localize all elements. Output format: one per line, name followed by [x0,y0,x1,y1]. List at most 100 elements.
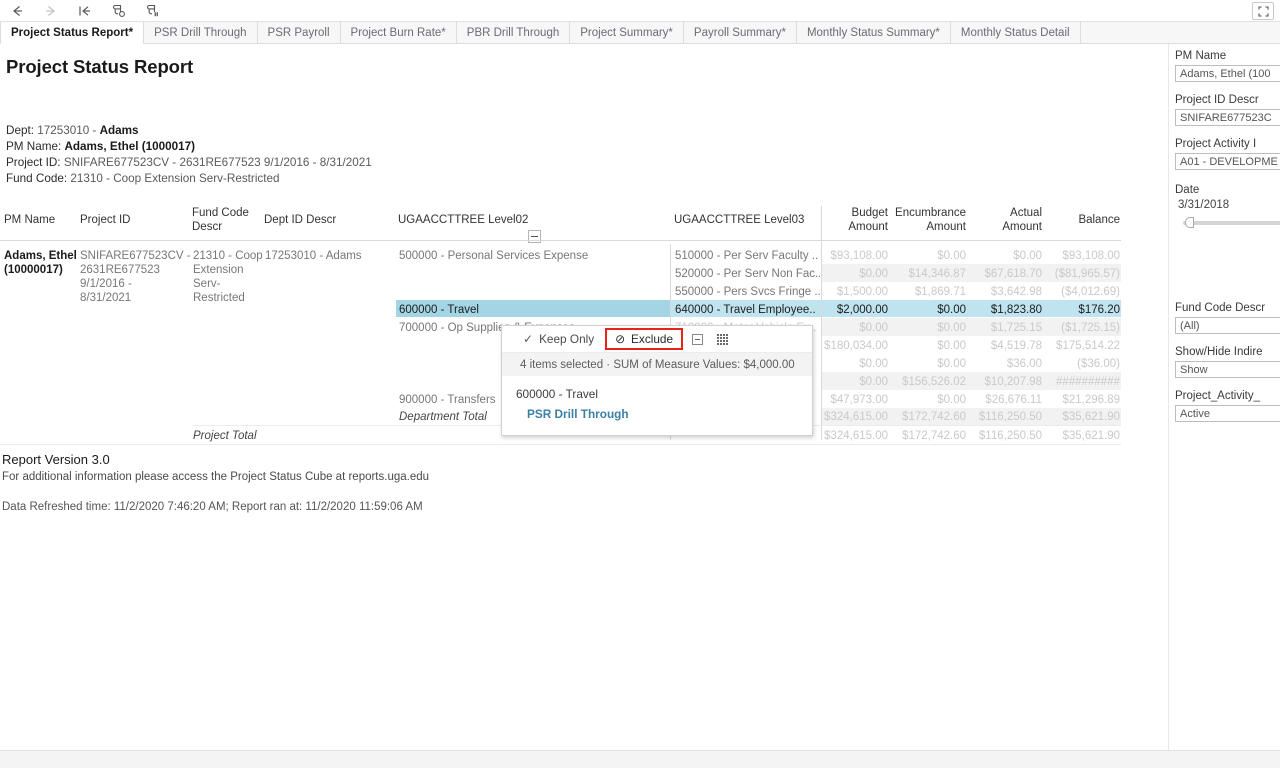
toolbar [0,0,1280,22]
group-members-icon[interactable] [686,328,708,350]
tab-label: Project Status Report* [11,26,134,39]
col-header-encumbrance-line2[interactable]: Amount [888,221,966,234]
dept-code: 17253010 - [37,124,97,137]
cell-budget-1: $0.00 [859,268,888,280]
cell-level03-0[interactable]: 510000 - Per Serv Faculty .. [675,249,820,263]
cell-actual-5: $4,519.78 [990,340,1042,352]
header-rule [0,240,1121,241]
cell-project-id-line3: 9/1/2016 - [80,278,132,290]
cell-balance-0: $93,108.00 [1062,250,1120,262]
cell-fund-code-line4: Restricted [193,292,245,304]
col-header-level02[interactable]: UGAACCTTREE Level02 [398,214,598,227]
forward-arrow-icon[interactable] [34,0,68,22]
view-data-icon[interactable] [711,328,733,350]
selection-tooltip[interactable]: ✓ Keep Only ⊘ Exclude 4 items selected ·… [501,325,813,436]
cell-level03-1[interactable]: 520000 - Per Serv Non Fac.. [675,267,820,281]
cell-budget-8: $47,973.00 [830,394,888,406]
slider-track[interactable] [1183,221,1280,225]
cell-project-id-line1: SNIFARE677523CV - [80,250,190,262]
filter-show-hide-indirect-dropdown[interactable]: Show [1175,361,1280,378]
psr-drill-through-link[interactable]: PSR Drill Through [527,407,812,421]
col-header-actual-line1[interactable]: Actual [966,207,1042,220]
tab-monthly-status-detail[interactable]: Monthly Status Detail [950,22,1081,43]
tab-monthly-status-summary[interactable]: Monthly Status Summary* [796,22,951,43]
data-refreshed-text: Data Refreshed time: 11/2/2020 7:46:20 A… [2,501,423,513]
cell-balance-3: $176.20 [1078,304,1120,316]
dept-name: Adams [99,124,139,137]
cell-budget-5: $180,034.00 [824,340,888,352]
fund-code-label: Fund Code: [6,172,68,185]
cell-level02-3[interactable]: 600000 - Travel [399,303,664,317]
cell-level03-2[interactable]: 550000 - Pers Svcs Fringe .. [675,285,820,299]
tab-project-burn-rate[interactable]: Project Burn Rate* [340,22,457,43]
cell-encumbrance-4: $0.00 [937,322,966,334]
cell-actual-7: $10,207.98 [984,376,1042,388]
col-header-project-id[interactable]: Project ID [80,214,180,227]
filter-fund-code-descr: Fund Code Descr (All) [1175,302,1280,334]
status-bar [0,750,1280,768]
tooltip-command-bar: ✓ Keep Only ⊘ Exclude [502,326,812,352]
collapse-level02-icon[interactable] [528,230,541,243]
col-header-encumbrance-line1[interactable]: Encumbrance [888,207,966,220]
filter-project-activity-status-dropdown[interactable]: Active [1175,405,1280,422]
cell-encumbrance-0: $0.00 [937,250,966,262]
cell-encumbrance-2: $1,869.71 [914,286,966,298]
filter-pm-name-dropdown[interactable]: Adams, Ethel (100 [1175,65,1280,82]
filter-project-activity-dropdown[interactable]: A01 - DEVELOPME [1175,153,1280,170]
tab-psr-payroll[interactable]: PSR Payroll [257,22,341,43]
filter-project-id-descr-dropdown[interactable]: SNIFARE677523C [1175,109,1280,126]
col-header-pm-name[interactable]: PM Name [4,214,74,227]
slider-handle[interactable] [1185,217,1194,228]
presentation-mode-icon[interactable] [1252,2,1274,20]
cell-balance-6: ($36.00) [1077,358,1120,370]
filter-show-hide-indirect: Show/Hide Indire Show [1175,346,1280,378]
cell-level02-0[interactable]: 500000 - Personal Services Expense [399,249,664,263]
filter-pm-name: PM Name Adams, Ethel (100 [1175,50,1280,82]
refresh-data-icon[interactable] [102,0,136,22]
filter-label: Show/Hide Indire [1175,346,1263,358]
exclude-button[interactable]: ⊘ Exclude [605,328,684,350]
filter-label: Project Activity I [1175,138,1257,150]
cell-actual-dept-total: $116,250.50 [978,411,1042,423]
filter-label: Fund Code Descr [1175,302,1266,314]
tab-payroll-summary[interactable]: Payroll Summary* [683,22,797,43]
cell-budget-4: $0.00 [859,322,888,334]
cell-balance-5: $175,514.22 [1056,340,1120,352]
filter-date-slider[interactable] [1175,217,1280,228]
fund-code-value: 21310 - Coop Extension Serv-Restricted [70,172,280,185]
report-info-text: For additional information please access… [2,471,430,483]
col-header-actual-line2[interactable]: Amount [966,221,1042,234]
tab-pbr-drill-through[interactable]: PBR Drill Through [456,22,571,43]
tab-bar-filler [1080,22,1280,43]
cell-budget-project-total: $324,615.00 [824,430,888,442]
filter-project-activity: Project Activity I A01 - DEVELOPME [1175,138,1280,170]
pause-auto-updates-icon[interactable] [136,0,170,22]
col-header-dept-id-descr[interactable]: Dept ID Descr [264,214,374,227]
check-icon: ✓ [523,332,534,346]
back-arrow-icon[interactable] [0,0,34,22]
cell-budget-2: $1,500.00 [836,286,888,298]
cell-project-total-label: Project Total [193,430,257,442]
cell-balance-7: ########## [1056,376,1120,388]
tab-psr-drill-through[interactable]: PSR Drill Through [144,22,258,43]
col-header-fund-code-descr-line2[interactable]: Descr [192,221,250,234]
cell-dept-id-descr: 17253010 - Adams [265,250,362,262]
filter-date: Date 3/31/2018 [1175,184,1280,228]
fund-code-line: Fund Code: 21310 - Coop Extension Serv-R… [6,172,280,185]
tab-project-summary[interactable]: Project Summary* [570,22,684,43]
col-header-balance[interactable]: Balance [1042,214,1120,227]
tab-project-status-report[interactable]: Project Status Report* [0,22,145,44]
filter-project-activity-status: Project_Activity_ Active [1175,390,1280,422]
filter-fund-code-descr-dropdown[interactable]: (All) [1175,317,1280,334]
tab-label: Project Summary* [580,26,673,39]
cell-encumbrance-6: $0.00 [937,358,966,370]
col-header-budget-line2[interactable]: Amount [822,221,888,234]
col-header-fund-code-descr-line1[interactable]: Fund Code [192,207,250,220]
keep-only-button[interactable]: ✓ Keep Only [514,328,603,350]
pm-name-line: PM Name: Adams, Ethel (1000017) [6,140,195,153]
revert-all-icon[interactable] [68,0,102,22]
cell-pm-name-line2: (10000017) [4,264,63,276]
cell-level03-3[interactable]: 640000 - Travel Employee.. [675,303,820,317]
col-header-budget-line1[interactable]: Budget [822,207,888,220]
measure-header-divider [821,206,822,244]
